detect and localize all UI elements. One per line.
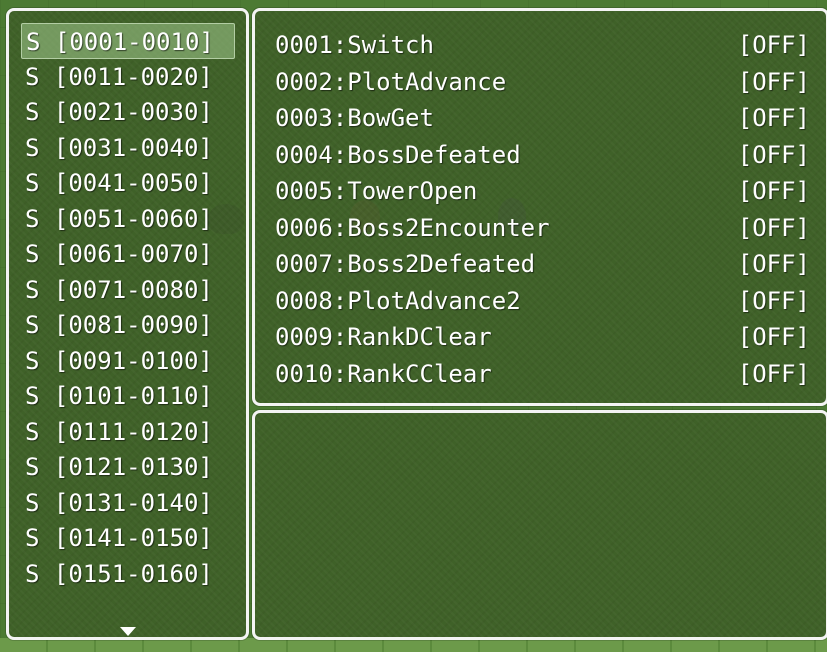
switch-name: 0007:Boss2Defeated — [275, 250, 536, 278]
category-item[interactable]: S [0041-0050] — [21, 165, 235, 201]
category-item[interactable]: S [0021-0030] — [21, 94, 235, 130]
switch-state: [OFF] — [737, 140, 810, 169]
switch-category-window: S [0001-0010] S [0011-0020] S [0021-0030] S… — [6, 8, 249, 640]
category-item[interactable]: S [0081-0090] — [21, 307, 235, 343]
switch-row[interactable]: 0010:RankCClear [OFF] — [275, 356, 810, 392]
switch-row[interactable]: 0007:Boss2Defeated [OFF] — [275, 246, 810, 282]
switch-name: 0003:BowGet — [275, 104, 434, 132]
switch-row[interactable]: 0008:PlotAdvance2 [OFF] — [275, 283, 810, 319]
switch-name: 0005:TowerOpen — [275, 177, 478, 205]
switch-name: 0009:RankDClear — [275, 323, 492, 351]
category-item[interactable]: S [0001-0010] — [21, 23, 235, 59]
switch-row[interactable]: 0005:TowerOpen [OFF] — [275, 173, 810, 209]
switch-state: [OFF] — [737, 104, 810, 132]
switch-name: 0004:BossDefeated — [275, 140, 521, 169]
switch-state: [OFF] — [737, 213, 810, 242]
category-item[interactable]: S [0131-0140] — [21, 485, 235, 521]
switch-state: [OFF] — [737, 250, 810, 278]
switch-row[interactable]: 0004:BossDefeated [OFF] — [275, 137, 810, 173]
switch-state: [OFF] — [737, 31, 810, 59]
category-item[interactable]: S [0031-0040] — [21, 130, 235, 166]
category-item[interactable]: S [0091-0100] — [21, 343, 235, 379]
category-item[interactable]: S [0011-0020] — [21, 59, 235, 95]
category-item[interactable]: S [0151-0160] — [21, 556, 235, 592]
switch-row[interactable]: 0001:Switch [OFF] — [275, 27, 810, 63]
switch-row[interactable]: 0003:BowGet [OFF] — [275, 100, 810, 136]
switch-row[interactable]: 0009:RankDClear [OFF] — [275, 319, 810, 355]
switch-name: 0001:Switch — [275, 31, 434, 59]
switch-state: [OFF] — [737, 359, 810, 388]
category-item[interactable]: S [0071-0080] — [21, 272, 235, 308]
switch-state: [OFF] — [737, 177, 810, 205]
switch-row[interactable]: 0002:PlotAdvance [OFF] — [275, 64, 810, 100]
category-item[interactable]: S [0111-0120] — [21, 414, 235, 450]
switch-state: [OFF] — [737, 67, 810, 96]
category-item[interactable]: S [0101-0110] — [21, 378, 235, 414]
category-item[interactable]: S [0121-0130] — [21, 449, 235, 485]
switch-name: 0010:RankCClear — [275, 359, 492, 388]
category-item[interactable]: S [0051-0060] — [21, 201, 235, 237]
down-triangle-icon[interactable] — [120, 627, 136, 636]
switch-name: 0008:PlotAdvance2 — [275, 286, 521, 315]
switch-state: [OFF] — [737, 286, 810, 315]
category-item[interactable]: S [0141-0150] — [21, 520, 235, 556]
switch-state: [OFF] — [737, 323, 810, 351]
switch-name: 0002:PlotAdvance — [275, 67, 507, 96]
switch-list-window: 0001:Switch [OFF] 0002:PlotAdvance [OFF] 000… — [252, 8, 827, 406]
grass-tiles — [0, 638, 827, 652]
switch-name: 0006:Boss2Encounter — [275, 213, 550, 242]
category-item[interactable]: S [0061-0070] — [21, 236, 235, 272]
help-window — [252, 410, 827, 640]
switch-row[interactable]: 0006:Boss2Encounter [OFF] — [275, 210, 810, 246]
